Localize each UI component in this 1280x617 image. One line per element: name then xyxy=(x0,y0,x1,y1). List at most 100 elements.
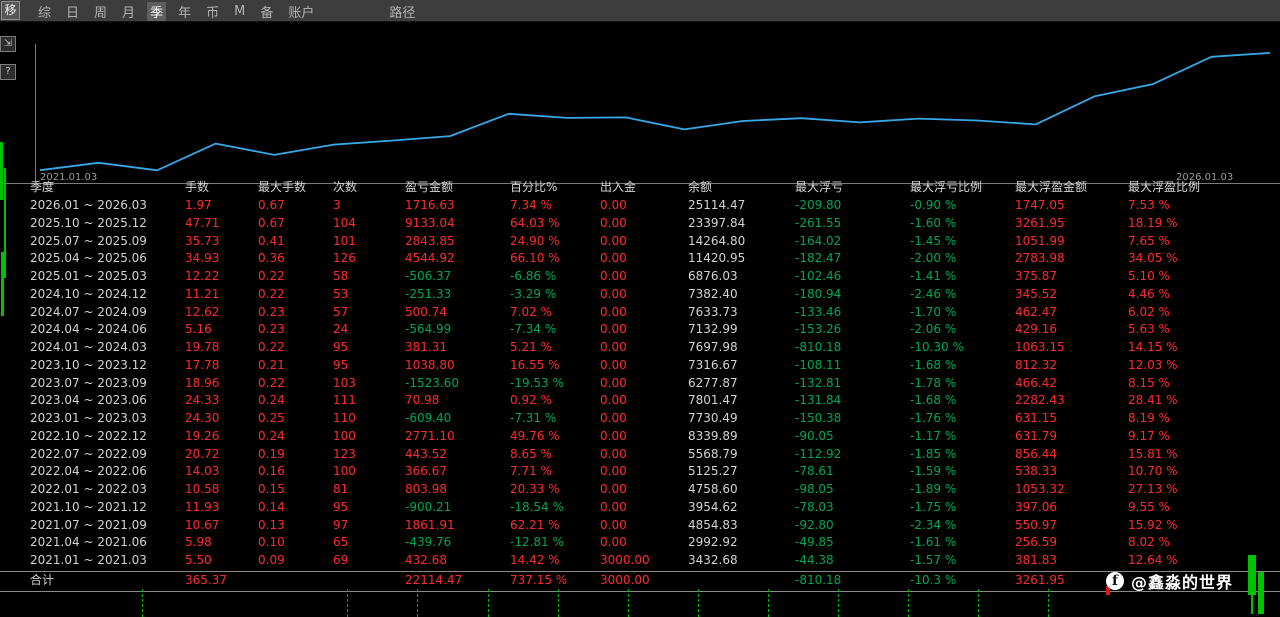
table-row[interactable]: 2024.04 ~ 2024.065.160.2324-564.99-7.34 … xyxy=(0,321,1280,339)
table-row[interactable]: 2025.04 ~ 2025.0634.930.361264544.9266.1… xyxy=(0,250,1280,268)
cell-百分比%: -7.34 % xyxy=(510,321,600,339)
cell-最大浮盈金额: 1063.15 xyxy=(1015,339,1128,357)
cell-次数: 95 xyxy=(333,339,405,357)
green-candle xyxy=(1248,555,1256,595)
cell-最大手数: 0.22 xyxy=(258,268,333,286)
cell-盈亏金额: 443.52 xyxy=(405,446,510,464)
cell-季度: 2022.10 ~ 2022.12 xyxy=(30,428,185,446)
cell-最大浮亏: -133.46 xyxy=(795,304,910,322)
header-次数: 次数 xyxy=(333,177,405,197)
cell-最大浮亏: -182.47 xyxy=(795,250,910,268)
cell-手数: 10.67 xyxy=(185,517,258,535)
cell-最大浮盈金额: 2282.43 xyxy=(1015,392,1128,410)
cell-手数: 1.97 xyxy=(185,197,258,215)
table-row[interactable]: 2024.01 ~ 2024.0319.780.2295381.315.21 %… xyxy=(0,339,1280,357)
table-row[interactable]: 2021.04 ~ 2021.065.980.1065-439.76-12.81… xyxy=(0,534,1280,552)
cell-最大浮亏比例: -1.76 % xyxy=(910,410,1015,428)
table-row[interactable]: 2025.01 ~ 2025.0312.220.2258-506.37-6.86… xyxy=(0,268,1280,286)
cell-百分比%: -7.31 % xyxy=(510,410,600,428)
toolbar-item-年[interactable]: 年 xyxy=(178,2,191,21)
cell-出入金: 0.00 xyxy=(600,197,688,215)
cell-盈亏金额: 2843.85 xyxy=(405,233,510,251)
cell-次数 xyxy=(333,572,405,590)
cell-盈亏金额: 22114.47 xyxy=(405,572,510,590)
table-row[interactable]: 2021.01 ~ 2021.035.500.0969432.6814.42 %… xyxy=(0,552,1280,570)
cell-手数: 10.58 xyxy=(185,481,258,499)
cell-季度: 2021.04 ~ 2021.06 xyxy=(30,534,185,552)
cell-盈亏金额: 1716.63 xyxy=(405,197,510,215)
cell-余额 xyxy=(688,572,795,590)
cell-出入金: 0.00 xyxy=(600,321,688,339)
cell-季度: 2023.01 ~ 2023.03 xyxy=(30,410,185,428)
green-candle-wick xyxy=(1251,592,1253,614)
toolbar-item-综[interactable]: 综 xyxy=(38,2,51,21)
cell-最大浮盈金额: 631.79 xyxy=(1015,428,1128,446)
cell-季度: 2024.04 ~ 2024.06 xyxy=(30,321,185,339)
table-row[interactable]: 2023.07 ~ 2023.0918.960.22103-1523.60-19… xyxy=(0,375,1280,393)
toolbar-item-M[interactable]: M xyxy=(234,4,245,19)
cell-最大浮亏: -98.05 xyxy=(795,481,910,499)
cell-出入金: 0.00 xyxy=(600,428,688,446)
table-total-row[interactable]: 合计365.3722114.47737.15 %3000.00-810.18-1… xyxy=(0,572,1280,590)
toolbar-item-日[interactable]: 日 xyxy=(66,2,79,21)
toolbar-item-季[interactable]: 季 xyxy=(147,2,166,21)
cell-最大浮亏: -90.05 xyxy=(795,428,910,446)
cell-盈亏金额: -439.76 xyxy=(405,534,510,552)
green-candle xyxy=(1,252,4,316)
toolbar-item-备[interactable]: 备 xyxy=(260,2,273,21)
cell-最大手数: 0.10 xyxy=(258,534,333,552)
table-row[interactable]: 2021.10 ~ 2021.1211.930.1495-900.21-18.5… xyxy=(0,499,1280,517)
table-row[interactable]: 2024.07 ~ 2024.0912.620.2357500.747.02 %… xyxy=(0,304,1280,322)
table-row[interactable]: 2022.04 ~ 2022.0614.030.16100366.677.71 … xyxy=(0,463,1280,481)
green-candle xyxy=(4,168,6,278)
cell-最大手数: 0.25 xyxy=(258,410,333,428)
cell-最大浮盈比例: 9.55 % xyxy=(1128,499,1280,517)
toolbar: 移 综日周月季年币M备账户 路径 xyxy=(0,0,1280,22)
cell-最大浮亏比例: -1.59 % xyxy=(910,463,1015,481)
table-row[interactable]: 2025.07 ~ 2025.0935.730.411012843.8524.9… xyxy=(0,233,1280,251)
cell-最大浮盈金额: 2783.98 xyxy=(1015,250,1128,268)
grid-dash xyxy=(908,589,909,617)
cell-最大浮亏比例: -1.68 % xyxy=(910,392,1015,410)
cell-最大手数: 0.36 xyxy=(258,250,333,268)
table-row[interactable]: 2022.01 ~ 2022.0310.580.1581803.9820.33 … xyxy=(0,481,1280,499)
toolbar-item-币[interactable]: 币 xyxy=(206,2,219,21)
table-row[interactable]: 2022.10 ~ 2022.1219.260.241002771.1049.7… xyxy=(0,428,1280,446)
move-button[interactable]: 移 xyxy=(1,1,20,20)
cell-季度: 2025.07 ~ 2025.09 xyxy=(30,233,185,251)
cell-最大浮盈比例: 12.03 % xyxy=(1128,357,1280,375)
table-body: 2026.01 ~ 2026.031.970.6731716.637.34 %0… xyxy=(0,197,1280,570)
cell-最大手数: 0.67 xyxy=(258,197,333,215)
table-row[interactable]: 2023.10 ~ 2023.1217.780.21951038.8016.55… xyxy=(0,357,1280,375)
cell-最大手数: 0.09 xyxy=(258,552,333,570)
grid-dash xyxy=(417,589,418,617)
table-row[interactable]: 2026.01 ~ 2026.031.970.6731716.637.34 %0… xyxy=(0,197,1280,215)
cell-最大浮盈金额: 1747.05 xyxy=(1015,197,1128,215)
table-row[interactable]: 2021.07 ~ 2021.0910.670.13971861.9162.21… xyxy=(0,517,1280,535)
cell-余额: 3432.68 xyxy=(688,552,795,570)
toolbar-item-月[interactable]: 月 xyxy=(122,2,135,21)
cell-出入金: 3000.00 xyxy=(600,552,688,570)
toolbar-item-周[interactable]: 周 xyxy=(94,2,107,21)
toolbar-item-账户[interactable]: 账户 xyxy=(288,2,314,21)
cell-盈亏金额: -900.21 xyxy=(405,499,510,517)
cell-盈亏金额: 381.31 xyxy=(405,339,510,357)
cell-最大浮亏: -78.03 xyxy=(795,499,910,517)
toolbar-item-路径[interactable]: 路径 xyxy=(389,2,415,21)
cell-盈亏金额: -609.40 xyxy=(405,410,510,428)
cell-手数: 34.93 xyxy=(185,250,258,268)
table-row[interactable]: 2025.10 ~ 2025.1247.710.671049133.0464.0… xyxy=(0,215,1280,233)
cell-最大浮盈金额: 631.15 xyxy=(1015,410,1128,428)
cell-最大浮盈比例: 7.65 % xyxy=(1128,233,1280,251)
table-row[interactable]: 2024.10 ~ 2024.1211.210.2253-251.33-3.29… xyxy=(0,286,1280,304)
cell-手数: 11.21 xyxy=(185,286,258,304)
cell-季度: 2022.04 ~ 2022.06 xyxy=(30,463,185,481)
table-row[interactable]: 2022.07 ~ 2022.0920.720.19123443.528.65 … xyxy=(0,446,1280,464)
table-row[interactable]: 2023.04 ~ 2023.0624.330.2411170.980.92 %… xyxy=(0,392,1280,410)
cell-出入金: 0.00 xyxy=(600,410,688,428)
cell-季度: 2024.10 ~ 2024.12 xyxy=(30,286,185,304)
cell-最大浮盈比例: 9.17 % xyxy=(1128,428,1280,446)
grid-dash xyxy=(838,589,839,617)
cell-最大手数: 0.13 xyxy=(258,517,333,535)
table-row[interactable]: 2023.01 ~ 2023.0324.300.25110-609.40-7.3… xyxy=(0,410,1280,428)
